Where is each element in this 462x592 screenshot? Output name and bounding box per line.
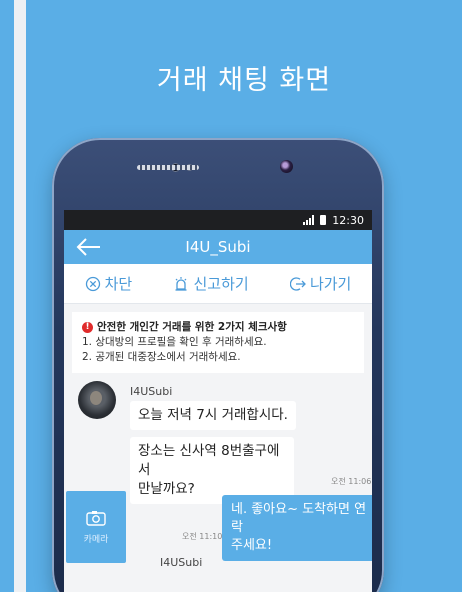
notice-title: 안전한 개인간 거래를 위한 2가지 체크사항 [97, 321, 287, 333]
message-bubble-incoming: 장소는 신사역 8번출구에서 만날까요? [130, 437, 294, 504]
message-text: 오늘 저녁 7시 거래합시다. [138, 407, 288, 423]
chat-header: I4U_Subi [64, 230, 372, 264]
divider-strip [14, 0, 26, 592]
block-label: 차단 [104, 275, 133, 293]
chat-title: I4U_Subi [185, 238, 251, 256]
message-text: 네. 좋아요~ 도착하면 연락 [231, 502, 367, 535]
message-text: 주세요! [231, 538, 273, 553]
camera-icon [86, 510, 106, 526]
camera-label: 카메라 [83, 534, 109, 545]
block-button[interactable]: 차단 [85, 273, 133, 294]
signal-icon [303, 215, 315, 225]
chat-area: I4USubi 오늘 저녁 7시 거래합시다. 장소는 신사역 8번출구에서 만… [64, 373, 372, 592]
message-bubble-incoming: 오늘 저녁 7시 거래합시다. [130, 401, 296, 430]
message-time: 오전 11:06 [331, 477, 372, 486]
battery-icon [320, 215, 327, 225]
notice-title-row: ! 안전한 개인간 거래를 위한 2가지 체크사항 [82, 320, 354, 335]
camera-button[interactable]: 카메라 [66, 491, 126, 563]
sender-name: I4USubi [160, 556, 203, 569]
exit-icon [289, 276, 306, 291]
message-text: 장소는 신사역 8번출구에서 [138, 443, 280, 478]
safety-notice: ! 안전한 개인간 거래를 위한 2가지 체크사항 1. 상대방의 프로필을 확… [72, 312, 364, 373]
back-arrow-icon[interactable] [76, 237, 102, 257]
notice-line-2: 2. 공개된 대중장소에서 거래하세요. [82, 351, 241, 363]
status-time: 12:30 [332, 213, 364, 227]
status-bar: 12:30 [64, 210, 372, 230]
headline: 거래 채팅 화면 [156, 65, 332, 96]
notice-line-1: 1. 상대방의 프로필을 확인 후 거래하세요. [82, 336, 267, 348]
report-label: 신고하기 [193, 275, 249, 293]
left-background-strip [0, 0, 14, 592]
message-bubble-outgoing: 네. 좋아요~ 도착하면 연락 주세요! [222, 495, 372, 561]
avatar[interactable] [78, 381, 116, 419]
warning-icon: ! [82, 322, 93, 333]
phone-screen: 12:30 I4U_Subi 차단 신고하기 나가기 ! 안전한 개인간 거래를… [64, 210, 372, 592]
leave-label: 나가기 [309, 275, 352, 293]
message-time: 오전 11:10 [182, 532, 223, 541]
leave-button[interactable]: 나가기 [289, 273, 352, 294]
speaker-grille [137, 165, 199, 170]
block-icon [85, 276, 100, 291]
action-bar: 차단 신고하기 나가기 [64, 264, 372, 304]
sender-name: I4USubi [130, 385, 173, 398]
siren-icon [175, 276, 187, 291]
report-button[interactable]: 신고하기 [173, 273, 249, 294]
front-camera-icon [280, 160, 293, 173]
